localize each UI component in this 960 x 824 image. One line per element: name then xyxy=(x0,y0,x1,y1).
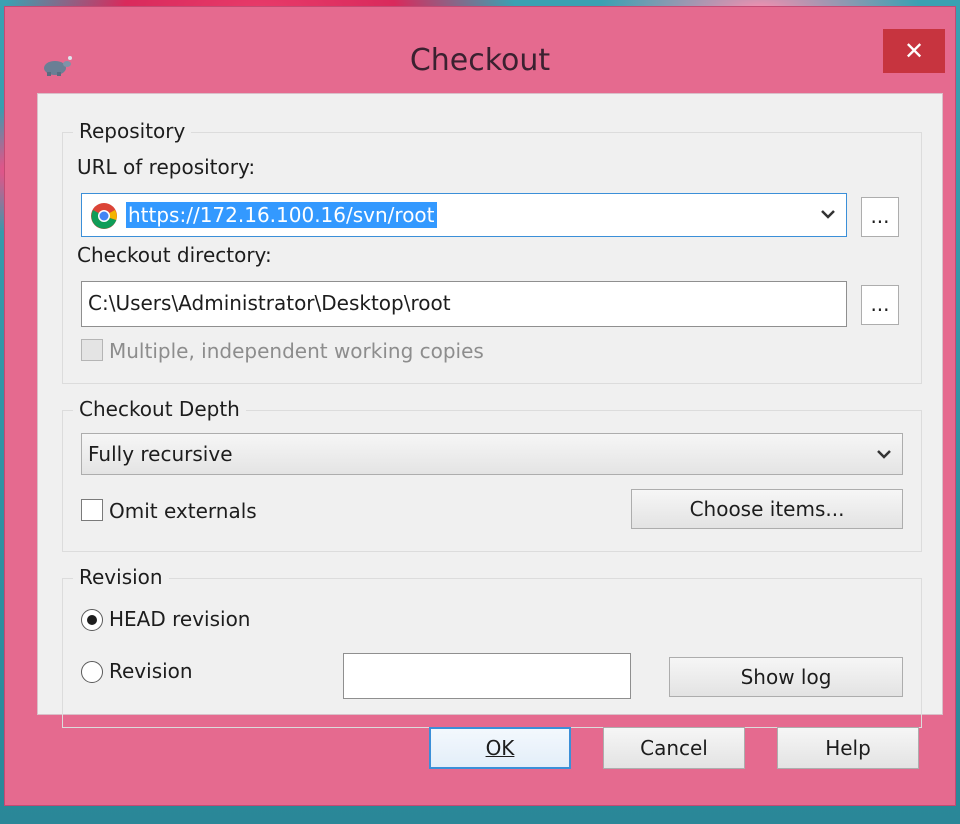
checkout-directory-label: Checkout directory: xyxy=(77,243,272,267)
ok-button-label: OK xyxy=(485,736,515,760)
chevron-down-icon[interactable] xyxy=(818,204,838,224)
multiple-copies-checkbox[interactable] xyxy=(81,339,103,361)
url-label: URL of repository: xyxy=(77,155,256,179)
url-browse-button[interactable]: ... xyxy=(861,197,899,237)
depth-selected-value: Fully recursive xyxy=(88,442,233,466)
directory-browse-button[interactable]: ... xyxy=(861,285,899,325)
chevron-down-icon[interactable] xyxy=(874,444,894,464)
repository-group: Repository URL of repository: https://17… xyxy=(62,119,922,384)
head-revision-label[interactable]: HEAD revision xyxy=(109,607,250,631)
revision-radio[interactable] xyxy=(81,661,103,683)
choose-items-button[interactable]: Choose items... xyxy=(631,489,903,529)
cancel-button[interactable]: Cancel xyxy=(603,727,745,769)
close-button[interactable]: ✕ xyxy=(883,29,945,73)
omit-externals-checkbox[interactable] xyxy=(81,499,103,521)
revision-number-input[interactable] xyxy=(343,653,631,699)
multiple-copies-label: Multiple, independent working copies xyxy=(109,339,484,363)
checkout-directory-value: C:\Users\Administrator\Desktop\root xyxy=(88,291,451,315)
ok-button[interactable]: OK xyxy=(429,727,571,769)
checkout-depth-group-title: Checkout Depth xyxy=(73,397,246,421)
window-title: Checkout xyxy=(409,43,551,78)
repository-group-title: Repository xyxy=(73,119,192,143)
url-combobox[interactable]: https://172.16.100.16/svn/root xyxy=(81,193,847,237)
revision-group: Revision HEAD revision Revision Show log xyxy=(62,565,922,728)
depth-select[interactable]: Fully recursive xyxy=(81,433,903,475)
omit-externals-label[interactable]: Omit externals xyxy=(109,499,257,523)
radio-selected-dot xyxy=(87,615,97,625)
show-log-button[interactable]: Show log xyxy=(669,657,903,697)
revision-label[interactable]: Revision xyxy=(109,659,193,683)
checkout-directory-input[interactable]: C:\Users\Administrator\Desktop\root xyxy=(81,281,847,327)
dialog-client-area: Repository URL of repository: https://17… xyxy=(37,93,943,728)
head-revision-radio[interactable] xyxy=(81,609,103,631)
checkout-dialog: Checkout ✕ Repository URL of repository:… xyxy=(4,6,956,806)
checkout-depth-group: Checkout Depth Fully recursive Omit exte… xyxy=(62,397,922,552)
url-value[interactable]: https://172.16.100.16/svn/root xyxy=(126,202,437,228)
revision-group-title: Revision xyxy=(73,565,169,589)
title-bar[interactable]: Checkout ✕ xyxy=(5,7,955,91)
help-button[interactable]: Help xyxy=(777,727,919,769)
chrome-icon xyxy=(91,203,117,229)
